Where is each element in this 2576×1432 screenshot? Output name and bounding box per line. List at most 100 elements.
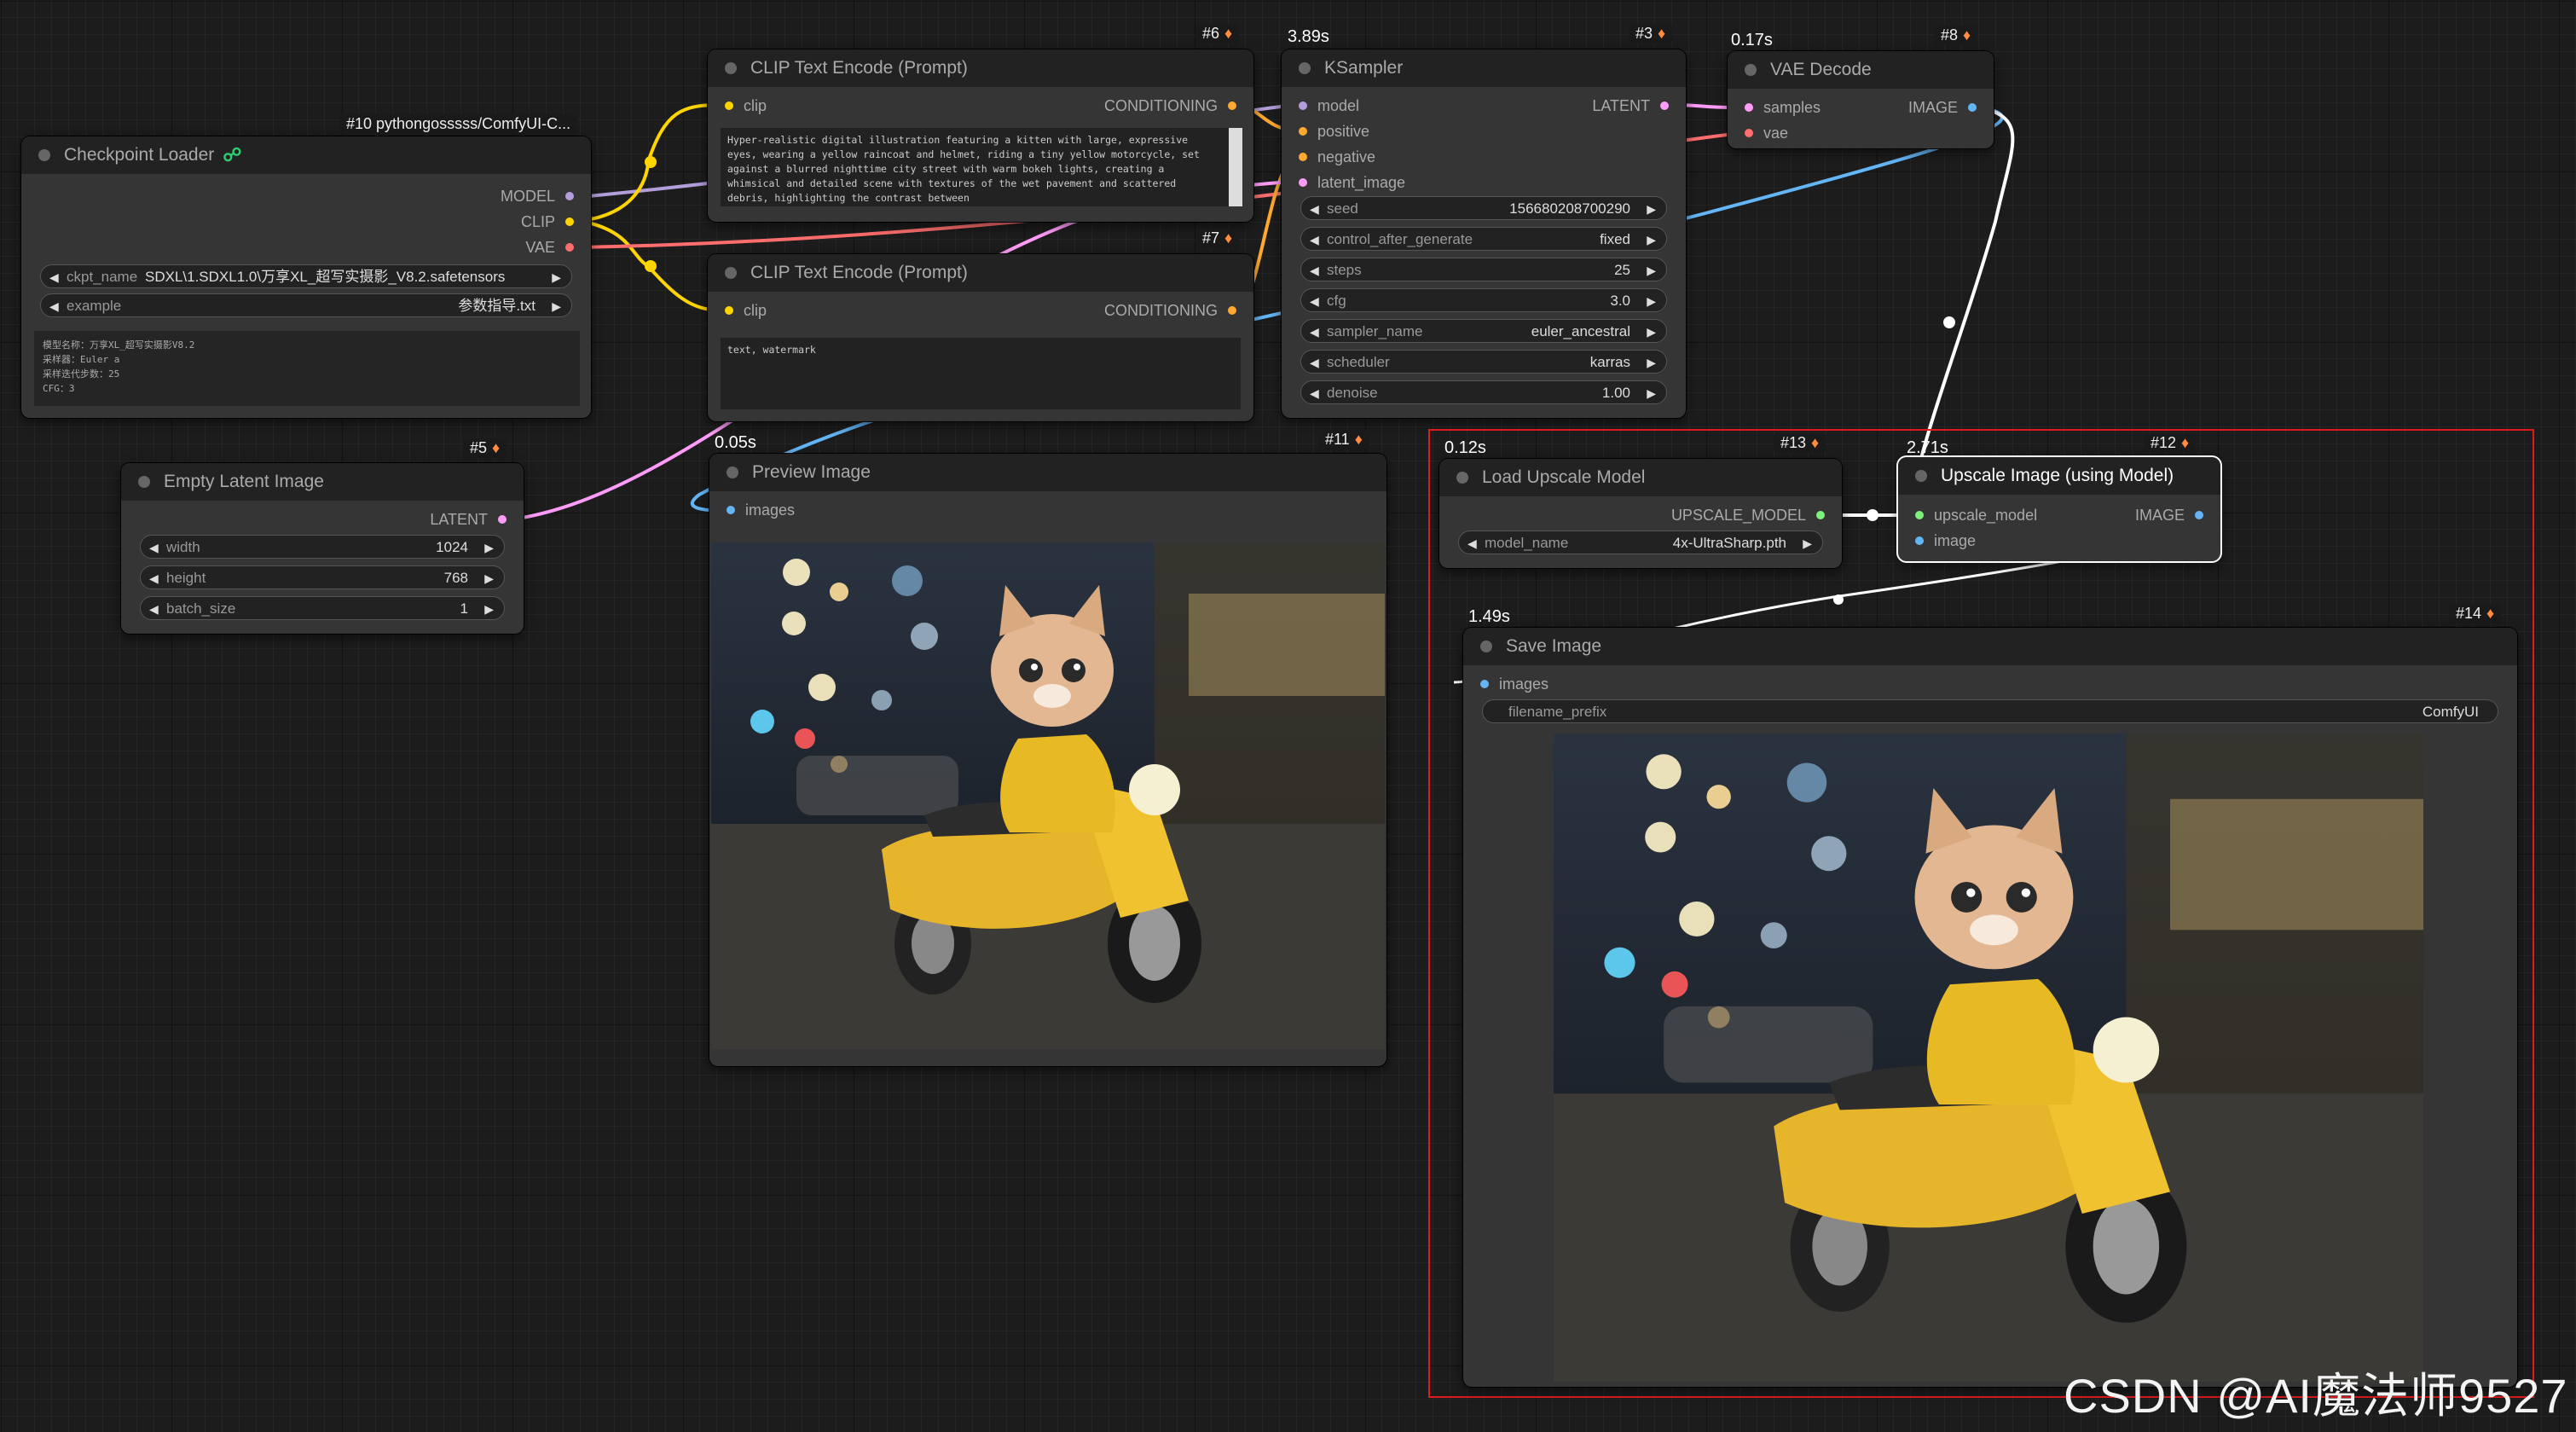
- port-dot-icon[interactable]: [726, 506, 735, 514]
- output-clip[interactable]: CLIP: [521, 212, 574, 232]
- input-images[interactable]: images: [1480, 674, 1548, 694]
- arrow-right-icon[interactable]: ▶: [1647, 228, 1656, 252]
- node-header[interactable]: Save Image: [1463, 628, 2517, 665]
- widget-sampler-name[interactable]: ◀ sampler_name euler_ancestral ▶: [1300, 319, 1667, 343]
- checkpoint-loader-node[interactable]: Checkpoint Loader ☍ MODEL CLIP VAE ◀ ckp…: [21, 136, 591, 418]
- port-dot-icon[interactable]: [1299, 101, 1307, 110]
- saved-image[interactable]: [1554, 733, 2423, 1382]
- port-dot-icon[interactable]: [2195, 511, 2203, 519]
- widget-denoise[interactable]: ◀ denoise 1.00 ▶: [1300, 380, 1667, 404]
- input-vae[interactable]: vae: [1745, 123, 1788, 143]
- input-clip[interactable]: clip: [725, 300, 767, 321]
- input-images[interactable]: images: [726, 500, 795, 520]
- collapse-dot-icon[interactable]: [1480, 641, 1492, 652]
- arrow-right-icon[interactable]: ▶: [552, 265, 561, 289]
- scrollbar[interactable]: [1229, 128, 1242, 206]
- node-header[interactable]: Empty Latent Image: [121, 463, 524, 501]
- preview-image[interactable]: [711, 542, 1385, 1049]
- arrow-right-icon[interactable]: ▶: [1647, 381, 1656, 405]
- output-model[interactable]: MODEL: [501, 186, 574, 206]
- port-dot-icon[interactable]: [725, 306, 733, 315]
- output-image[interactable]: IMAGE: [2135, 505, 2203, 525]
- output-image[interactable]: IMAGE: [1908, 97, 1977, 118]
- node-header[interactable]: KSampler: [1282, 49, 1686, 87]
- example-note-text[interactable]: 模型名称：万享XL_超写实摄影V8.2 采样器：Euler a 采样迭代步数：2…: [34, 331, 580, 406]
- port-dot-icon[interactable]: [498, 515, 507, 524]
- collapse-dot-icon[interactable]: [1915, 470, 1927, 482]
- arrow-right-icon[interactable]: ▶: [1647, 258, 1656, 282]
- arrow-left-icon[interactable]: ◀: [1310, 381, 1319, 405]
- port-dot-icon[interactable]: [1915, 536, 1924, 545]
- output-vae[interactable]: VAE: [525, 237, 574, 258]
- clip-text-encode-negative-node[interactable]: CLIP Text Encode (Prompt) clip CONDITION…: [708, 254, 1253, 421]
- widget-seed[interactable]: ◀ seed 156680208700290 ▶: [1300, 196, 1667, 220]
- input-clip[interactable]: clip: [725, 96, 767, 116]
- node-header[interactable]: Upscale Image (using Model): [1898, 457, 2220, 495]
- arrow-right-icon[interactable]: ▶: [484, 566, 494, 590]
- port-dot-icon[interactable]: [565, 217, 574, 226]
- collapse-dot-icon[interactable]: [726, 467, 738, 478]
- arrow-left-icon[interactable]: ◀: [149, 536, 159, 559]
- widget-control-after-generate[interactable]: ◀ control_after_generate fixed ▶: [1300, 227, 1667, 251]
- arrow-left-icon[interactable]: ◀: [1310, 351, 1319, 374]
- arrow-left-icon[interactable]: ◀: [1310, 289, 1319, 313]
- node-header[interactable]: VAE Decode: [1728, 51, 1994, 89]
- arrow-right-icon[interactable]: ▶: [1647, 320, 1656, 344]
- port-dot-icon[interactable]: [565, 192, 574, 200]
- arrow-left-icon[interactable]: ◀: [1310, 228, 1319, 252]
- input-positive[interactable]: positive: [1299, 121, 1369, 142]
- port-dot-icon[interactable]: [725, 101, 733, 110]
- port-dot-icon[interactable]: [1745, 103, 1753, 112]
- arrow-right-icon[interactable]: ▶: [1647, 289, 1656, 313]
- input-model[interactable]: model: [1299, 96, 1359, 116]
- output-latent[interactable]: LATENT: [430, 509, 507, 530]
- arrow-left-icon[interactable]: ◀: [49, 265, 59, 289]
- output-conditioning[interactable]: CONDITIONING: [1104, 300, 1236, 321]
- widget-scheduler[interactable]: ◀ scheduler karras ▶: [1300, 350, 1667, 374]
- port-dot-icon[interactable]: [565, 243, 574, 252]
- arrow-left-icon[interactable]: ◀: [1310, 320, 1319, 344]
- output-upscale-model[interactable]: UPSCALE_MODEL: [1671, 505, 1825, 525]
- output-conditioning[interactable]: CONDITIONING: [1104, 96, 1236, 116]
- widget-width[interactable]: ◀ width 1024 ▶: [140, 535, 505, 559]
- port-dot-icon[interactable]: [1299, 127, 1307, 136]
- arrow-left-icon[interactable]: ◀: [149, 566, 159, 590]
- arrow-right-icon[interactable]: ▶: [552, 294, 561, 318]
- collapse-dot-icon[interactable]: [38, 149, 50, 161]
- vae-decode-node[interactable]: VAE Decode samples IMAGE vae: [1728, 51, 1994, 148]
- collapse-dot-icon[interactable]: [1456, 472, 1468, 484]
- prompt-textarea[interactable]: Hyper-realistic digital illustration fea…: [721, 128, 1229, 206]
- node-header[interactable]: Checkpoint Loader ☍: [21, 136, 591, 174]
- widget-cfg[interactable]: ◀ cfg 3.0 ▶: [1300, 288, 1667, 312]
- widget-model-name[interactable]: ◀ model_name 4x-UltraSharp.pth ▶: [1458, 530, 1823, 554]
- port-dot-icon[interactable]: [1480, 680, 1489, 688]
- collapse-dot-icon[interactable]: [1299, 62, 1311, 74]
- widget-batch-size[interactable]: ◀ batch_size 1 ▶: [140, 596, 505, 620]
- node-header[interactable]: CLIP Text Encode (Prompt): [708, 49, 1253, 87]
- preview-image-node[interactable]: Preview Image images: [709, 454, 1386, 1066]
- node-header[interactable]: CLIP Text Encode (Prompt): [708, 254, 1253, 292]
- example-combo[interactable]: ◀ example 参数指导.txt ▶: [40, 293, 572, 317]
- node-header[interactable]: Load Upscale Model: [1439, 459, 1842, 496]
- port-dot-icon[interactable]: [1299, 153, 1307, 161]
- input-negative[interactable]: negative: [1299, 147, 1375, 167]
- input-samples[interactable]: samples: [1745, 97, 1821, 118]
- ckpt-name-combo[interactable]: ◀ ckpt_name SDXL\1.SDXL1.0\万享XL_超写实摄影_V8…: [40, 264, 572, 288]
- collapse-dot-icon[interactable]: [1745, 64, 1757, 76]
- collapse-dot-icon[interactable]: [725, 62, 737, 74]
- input-latent-image[interactable]: latent_image: [1299, 172, 1405, 193]
- port-dot-icon[interactable]: [1745, 129, 1753, 137]
- load-upscale-model-node[interactable]: Load Upscale Model UPSCALE_MODEL ◀ model…: [1439, 459, 1842, 568]
- arrow-left-icon[interactable]: ◀: [1467, 531, 1477, 555]
- widget-filename-prefix[interactable]: filename_prefix ComfyUI: [1482, 699, 2498, 723]
- arrow-right-icon[interactable]: ▶: [484, 597, 494, 621]
- ksampler-node[interactable]: KSampler model LATENT positive negative …: [1282, 49, 1686, 418]
- arrow-left-icon[interactable]: ◀: [49, 294, 59, 318]
- input-upscale-model[interactable]: upscale_model: [1915, 505, 2037, 525]
- port-dot-icon[interactable]: [1660, 101, 1669, 110]
- port-dot-icon[interactable]: [1968, 103, 1977, 112]
- collapse-dot-icon[interactable]: [138, 476, 150, 488]
- save-image-node[interactable]: Save Image images filename_prefix ComfyU…: [1463, 628, 2517, 1387]
- node-header[interactable]: Preview Image: [709, 454, 1386, 491]
- upscale-image-node[interactable]: Upscale Image (using Model) upscale_mode…: [1898, 457, 2220, 561]
